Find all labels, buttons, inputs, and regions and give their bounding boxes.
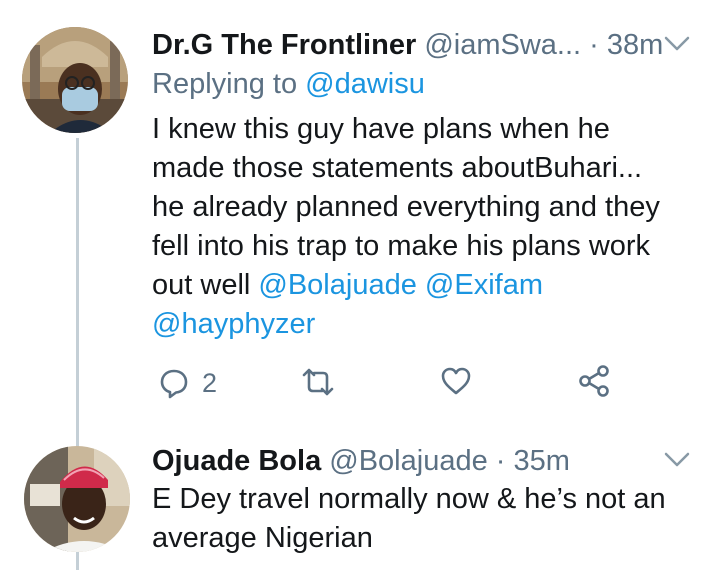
mention-hayphyzer[interactable]: @hayphyzer: [152, 308, 315, 340]
text-line: E Dey travel normally now & he’s not an: [152, 483, 666, 515]
avatar-ojuade-bola[interactable]: [24, 446, 130, 552]
separator: ·: [495, 445, 506, 477]
text-line: I knew this guy have plans when he: [152, 113, 610, 145]
reply-count: 2: [202, 367, 218, 398]
chevron-down-icon[interactable]: [664, 452, 690, 468]
text-line: out well @Bolajuade @Exifam: [152, 266, 697, 305]
mention-exifam[interactable]: @Exifam: [425, 269, 543, 301]
avatar-photo: [22, 27, 128, 133]
tweet-header: Ojuade Bola @Bolajuade · 35m: [152, 443, 570, 479]
text-line: made those statements aboutBuhari...: [152, 152, 643, 184]
tweet-header: Dr.G The Frontliner @iamSwa... · 38m: [152, 27, 663, 63]
share-icon: [579, 365, 609, 397]
tweet-text: E Dey travel normally now & he’s not an …: [152, 480, 697, 558]
separator: ·: [589, 29, 599, 61]
retweet-icon: [302, 368, 334, 396]
mention-bolajuade[interactable]: @Bolajuade: [258, 269, 416, 301]
text-fragment: out well: [152, 269, 251, 301]
tweet-text: I knew this guy have plans when he made …: [152, 110, 697, 344]
timestamp[interactable]: 35m: [514, 445, 570, 477]
text-line: fell into his trap to make his plans wor…: [152, 230, 651, 262]
share-button[interactable]: [578, 364, 610, 398]
like-button[interactable]: [440, 366, 472, 396]
handle[interactable]: @Bolajuade: [329, 445, 487, 477]
avatar-dr-g[interactable]: [22, 27, 128, 133]
reply-button[interactable]: 2: [158, 366, 217, 400]
like-icon: [441, 367, 471, 395]
avatar-photo: [24, 446, 130, 552]
text-line: @hayphyzer: [152, 305, 697, 344]
retweet-button[interactable]: [300, 367, 336, 397]
timestamp[interactable]: 38m: [607, 29, 663, 61]
replying-to: Replying to @dawisu: [152, 66, 425, 102]
display-name[interactable]: Dr.G The Frontliner: [152, 29, 416, 61]
replying-prefix: Replying to: [152, 68, 298, 100]
text-line: he already planned everything and they: [152, 191, 660, 223]
replying-handle[interactable]: @dawisu: [305, 68, 425, 100]
handle[interactable]: @iamSwa...: [424, 29, 581, 61]
chevron-down-icon[interactable]: [664, 36, 690, 52]
text-line: average Nigerian: [152, 522, 373, 554]
display-name[interactable]: Ojuade Bola: [152, 445, 321, 477]
reply-icon: [160, 369, 188, 399]
